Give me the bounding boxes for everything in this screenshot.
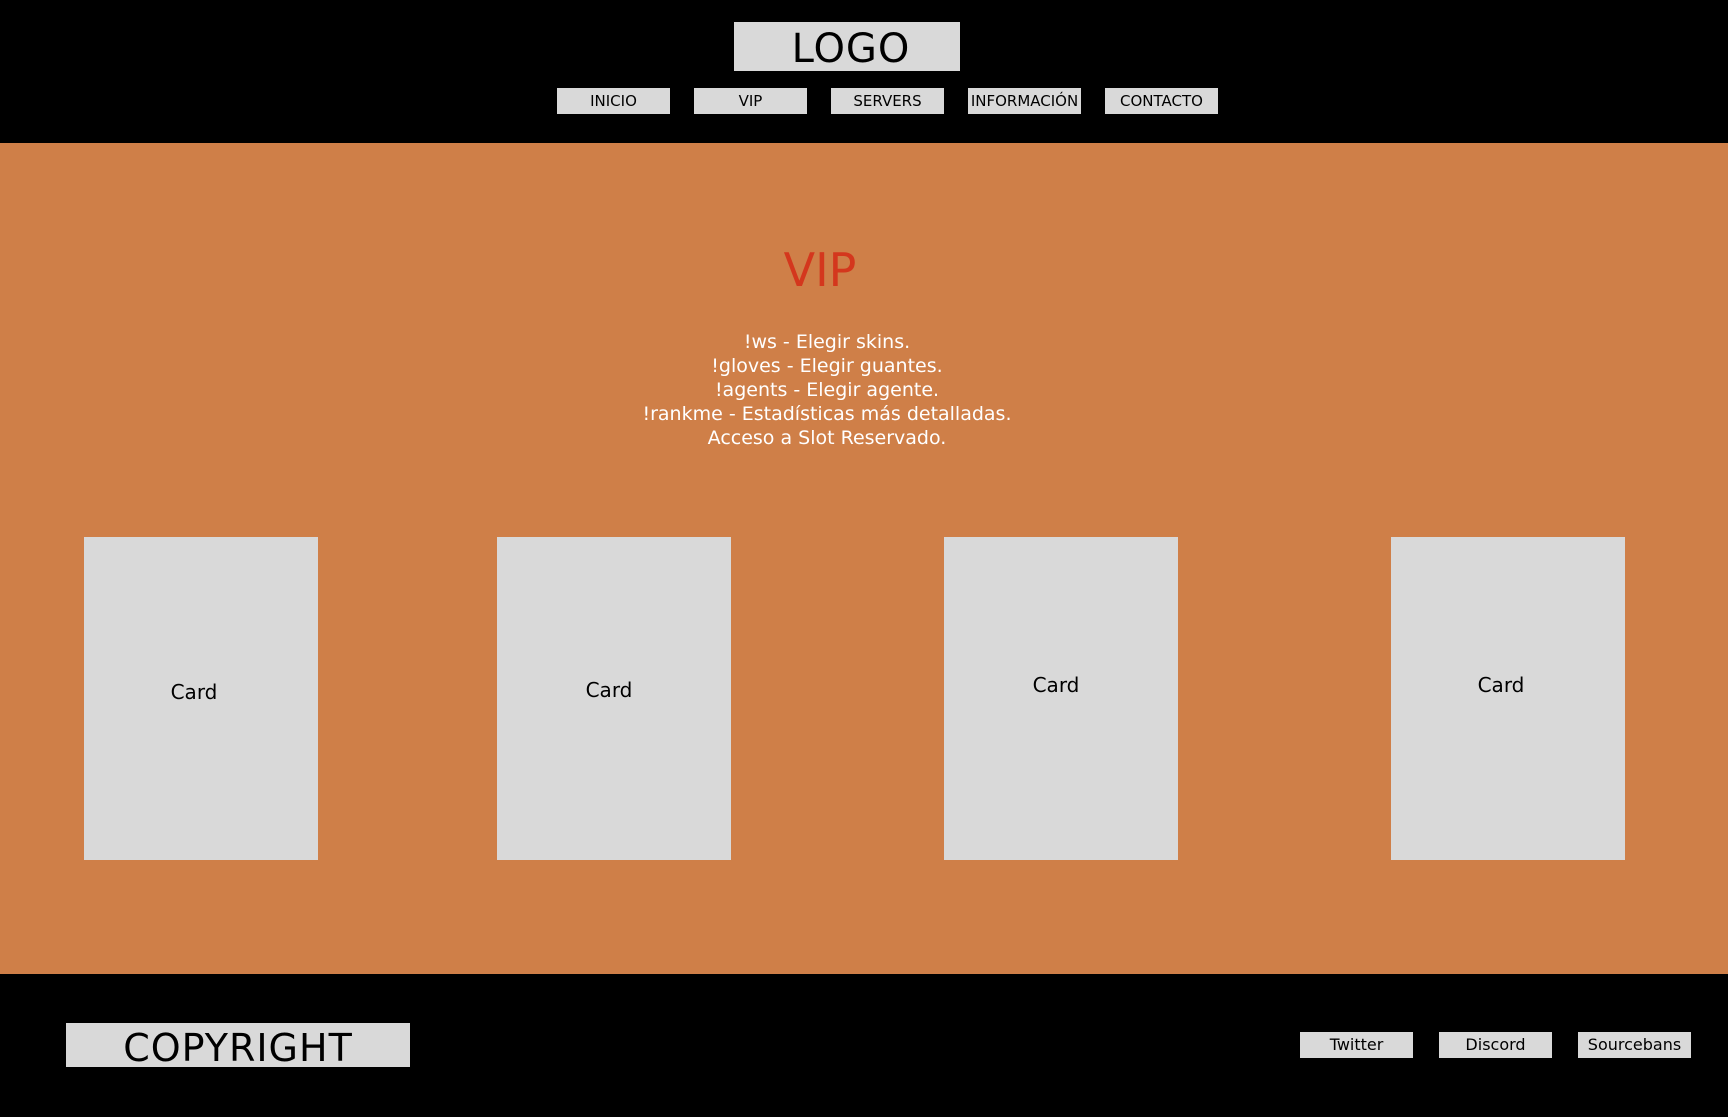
feature-item: !gloves - Elegir guantes.: [711, 355, 943, 377]
card-label: Card: [1032, 673, 1080, 697]
nav-item-vip[interactable]: VIP: [694, 88, 807, 114]
discord-link[interactable]: Discord: [1439, 1032, 1552, 1058]
feature-item: !ws - Elegir skins.: [743, 331, 911, 353]
card-4[interactable]: Card: [1391, 537, 1625, 860]
card-label: Card: [170, 680, 218, 704]
nav-item-informacion[interactable]: INFORMACIÓN: [968, 88, 1081, 114]
page-title: VIP: [783, 243, 857, 297]
main-content: VIP !ws - Elegir skins. !gloves - Elegir…: [0, 143, 1728, 974]
vip-features-list: !ws - Elegir skins. !gloves - Elegir gua…: [0, 330, 1654, 450]
card-1[interactable]: Card: [84, 537, 318, 860]
nav-item-inicio[interactable]: INICIO: [557, 88, 670, 114]
feature-item: !rankme - Estadísticas más detalladas.: [642, 403, 1012, 425]
nav-item-servers[interactable]: SERVERS: [831, 88, 944, 114]
card-2[interactable]: Card: [497, 537, 731, 860]
card-label: Card: [585, 678, 633, 702]
card-label: Card: [1477, 673, 1525, 697]
site-footer: COPYRIGHT Twitter Discord Sourcebans: [0, 974, 1728, 1117]
copyright: COPYRIGHT: [66, 1023, 410, 1070]
sourcebans-link[interactable]: Sourcebans: [1578, 1032, 1691, 1058]
twitter-link[interactable]: Twitter: [1300, 1032, 1413, 1058]
feature-item: !agents - Elegir agente.: [714, 379, 940, 401]
feature-item: Acceso a Slot Reservado.: [707, 427, 947, 449]
nav-item-contacto[interactable]: CONTACTO: [1105, 88, 1218, 114]
card-3[interactable]: Card: [944, 537, 1178, 860]
site-header: LOGO INICIO VIP SERVERS INFORMACIÓN CONT…: [0, 0, 1728, 143]
logo[interactable]: LOGO: [734, 22, 960, 72]
